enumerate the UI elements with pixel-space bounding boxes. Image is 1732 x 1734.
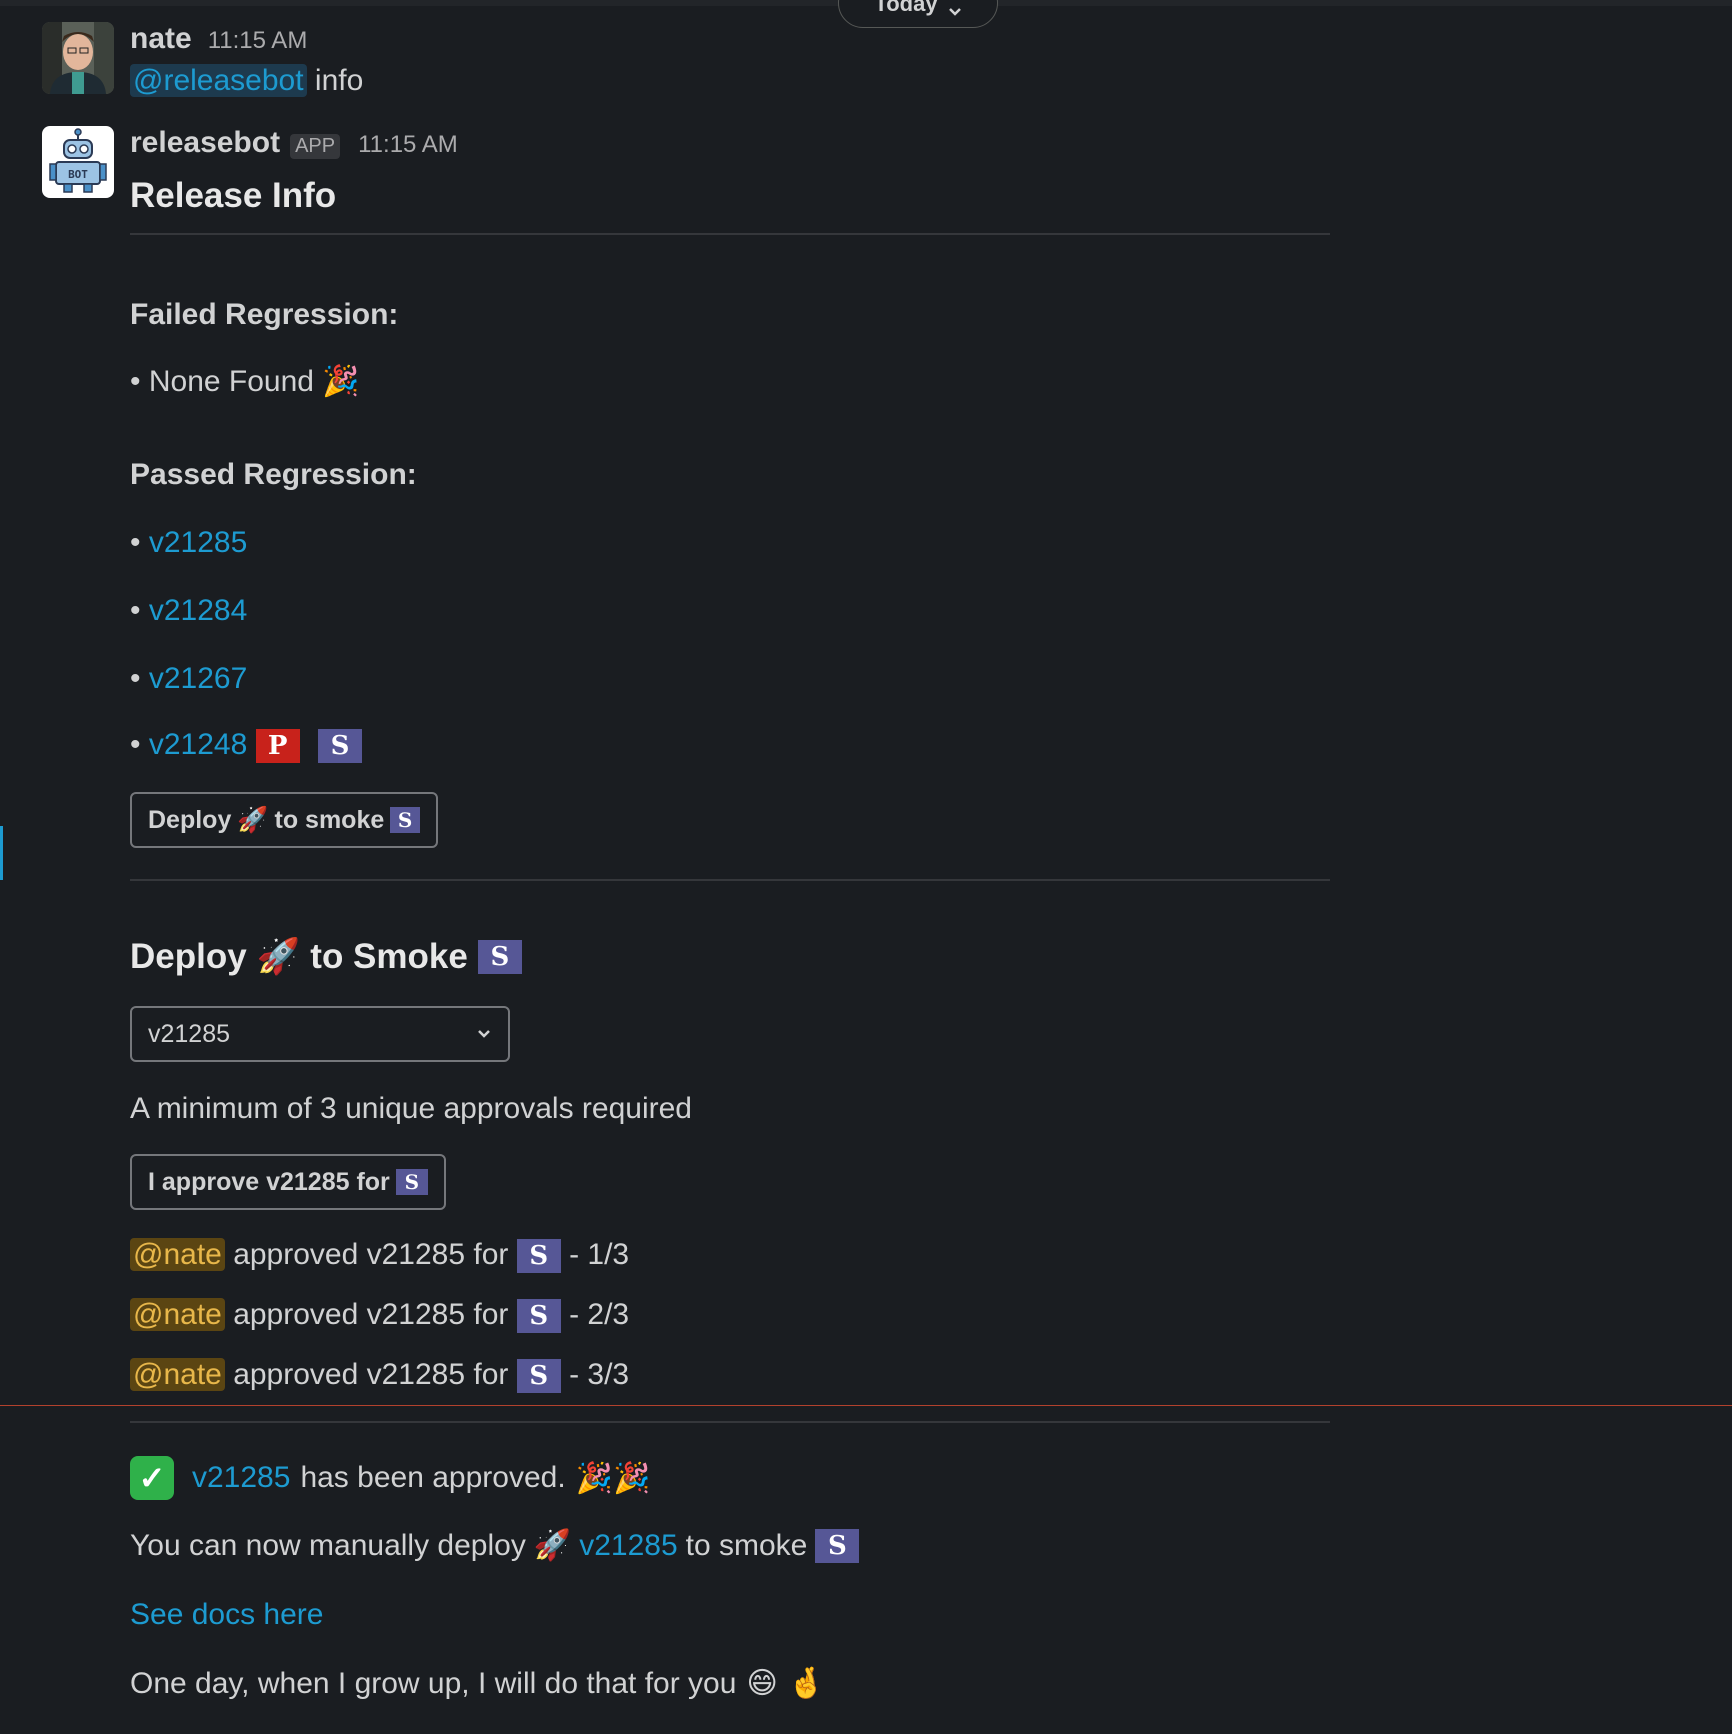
smoke-badge-icon: S [395,1169,428,1195]
production-badge-icon: P [255,729,300,764]
message-header-releasebot: releasebot APP 11:15 AM [130,126,458,160]
section-divider [130,1421,1330,1423]
approval-row: @nate approved v21285 for S - 2/3 [130,1298,630,1334]
list-item: • v21284 [130,594,248,627]
failed-regression-item: • None Found 🎉 [130,364,360,399]
deploy-now-pre: You can now manually deploy [130,1528,526,1562]
smoke-badge-icon: S [317,729,362,764]
new-messages-divider [0,1405,1732,1406]
message-header-nate: nate 11:15 AM [130,22,307,56]
approval-text: approved v21285 for [233,1298,509,1331]
deploy-now-post: to smoke [685,1528,808,1562]
chevron-down-icon [478,1030,490,1038]
avatar-releasebot[interactable]: BOT [42,126,114,198]
deploy-now-message: You can now manually deploy 🚀 v21285 to … [130,1528,860,1563]
smoke-badge-icon: S [516,1299,561,1334]
date-divider-button[interactable]: Today [838,0,998,28]
approved-message: ✓ v21285 has been approved. 🎉🎉 [130,1456,650,1500]
bullet: • [130,365,149,398]
approval-count: - 1/3 [569,1238,630,1271]
check-mark-icon: ✓ [130,1456,174,1500]
failed-regression-label: Failed Regression: [130,298,399,331]
closing-message: One day, when I grow up, I will do that … [130,1666,825,1701]
message-body-nate: @releasebot info [130,64,363,98]
smoke-badge-icon: S [815,1528,860,1563]
approve-button[interactable]: I approve v21285 for S [130,1154,446,1210]
see-docs-link[interactable]: See docs here [130,1598,323,1632]
failed-item-text: None Found [148,365,314,398]
approval-count: - 3/3 [569,1358,630,1391]
approval-row: @nate approved v21285 for S - 1/3 [130,1238,630,1274]
version-link[interactable]: v21285 [192,1461,290,1495]
crossed-fingers-icon: 🤞 [787,1666,826,1701]
approval-text: approved v21285 for [233,1358,509,1391]
party-popper-icon: 🎉🎉 [575,1460,651,1496]
approvals-required-text: A minimum of 3 unique approvals required [130,1092,692,1125]
smoke-badge-icon: S [516,1359,561,1394]
release-info-heading: Release Info [130,176,337,215]
mention-releasebot[interactable]: @releasebot [130,64,307,97]
smoke-badge-icon: S [516,1239,561,1274]
approved-text: has been approved. [300,1461,566,1494]
version-link[interactable]: v21267 [149,662,247,695]
approval-count: - 2/3 [569,1298,630,1331]
date-divider-label: Today [874,0,938,16]
list-item: • v21285 [130,526,248,559]
version-link[interactable]: v21284 [149,594,247,627]
heading-pre: Deploy [130,936,247,976]
avatar-nate[interactable] [42,22,114,94]
closing-text: One day, when I grow up, I will do that … [130,1666,737,1700]
rocket-icon: 🚀 [237,805,269,834]
party-popper-icon: 🎉 [322,364,360,399]
timestamp[interactable]: 11:15 AM [358,131,458,159]
rocket-icon: 🚀 [533,1528,572,1563]
heading-post: to Smoke [310,936,468,976]
section-divider [130,879,1330,881]
version-link[interactable]: v21285 [149,526,247,559]
version-select[interactable]: v21285 [130,1006,510,1062]
author-name[interactable]: nate [130,22,192,56]
user-photo-icon [42,22,114,94]
chevron-down-icon [948,8,961,16]
deploy-smoke-heading: Deploy 🚀 to Smoke S [130,936,522,977]
smoke-badge-icon: S [390,807,420,833]
deploy-to-smoke-button[interactable]: Deploy 🚀 to smoke S [130,792,438,848]
version-select-value: v21285 [148,1019,231,1048]
svg-text:BOT: BOT [68,168,88,181]
message-text: info [314,64,364,97]
section-divider [130,233,1330,235]
list-item: • v21248 P S [130,728,362,764]
thread-accent-bar [0,826,3,880]
rocket-icon: 🚀 [256,937,301,977]
version-link[interactable]: v21285 [579,1529,677,1563]
author-name[interactable]: releasebot [130,126,280,160]
timestamp[interactable]: 11:15 AM [208,27,308,55]
approve-button-label: I approve v21285 for [148,1167,390,1196]
app-badge: APP [290,134,341,159]
passed-regression-label: Passed Regression: [130,458,417,491]
list-item: • v21267 [130,662,248,695]
mention-nate[interactable]: @nate [130,1298,225,1331]
version-link[interactable]: v21248 [149,728,247,761]
smoke-badge-icon: S [477,939,522,974]
approval-text: approved v21285 for [233,1238,509,1271]
approval-row: @nate approved v21285 for S - 3/3 [130,1358,630,1394]
robot-icon: BOT [49,128,107,193]
button-label-pre: Deploy [148,805,232,834]
grinning-face-icon: 😄 [746,1666,778,1701]
mention-nate[interactable]: @nate [130,1358,225,1391]
button-label-post: to smoke [274,805,385,834]
mention-nate[interactable]: @nate [130,1238,225,1271]
